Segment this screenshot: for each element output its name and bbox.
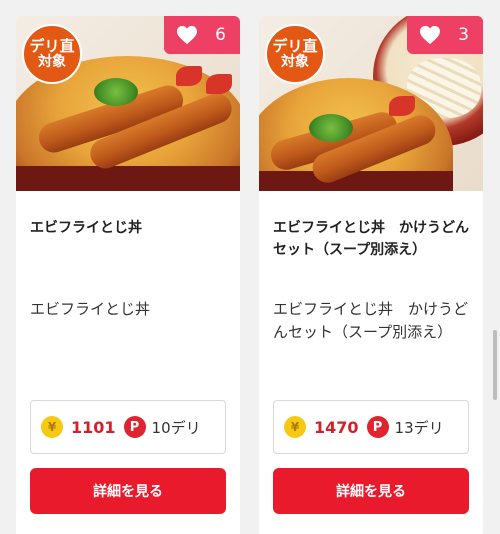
p-point-icon: P: [123, 416, 146, 438]
like-count: 3: [458, 25, 469, 45]
like-count: 6: [215, 25, 226, 45]
view-details-button[interactable]: 詳細を見る: [30, 468, 226, 514]
product-title: エビフライとじ丼 かけうどんセット（スープ別添え）: [273, 220, 469, 258]
shrimp-tail: [389, 96, 415, 116]
price-box: ¥ 1101 P 10デリ: [30, 400, 226, 454]
product-image[interactable]: デリ直 対象 3: [259, 16, 483, 191]
yen-coin-icon: ¥: [41, 416, 63, 438]
badge-line2: 対象: [281, 53, 309, 70]
like-button[interactable]: 6: [164, 16, 240, 54]
product-image[interactable]: デリ直 対象 6: [16, 16, 240, 191]
product-description: エビフライとじ丼: [30, 300, 151, 318]
shrimp-tail: [176, 66, 202, 86]
p-point-icon: P: [366, 416, 389, 438]
product-card[interactable]: デリ直 対象 3 エビフライとじ丼 かけうどんセット（スープ別添え） エビフライ…: [259, 16, 483, 534]
like-button[interactable]: 3: [407, 16, 483, 54]
deli-direct-badge: デリ直 対象: [22, 24, 82, 84]
herb-garnish: [94, 78, 138, 106]
badge-line1: デリ直: [272, 37, 318, 56]
price-box: ¥ 1470 P 13デリ: [273, 400, 469, 454]
badge-line1: デリ直: [29, 37, 75, 56]
product-grid: デリ直 対象 6 エビフライとじ丼 エビフライとじ丼 ¥ 1101 P 10デリ…: [0, 0, 500, 534]
deli-direct-badge: デリ直 対象: [265, 24, 325, 84]
product-price: 1470: [314, 417, 359, 437]
herb-garnish: [309, 114, 353, 142]
bowl-rim: [259, 171, 453, 191]
product-points: 13デリ: [394, 418, 444, 437]
product-points: 10デリ: [151, 418, 201, 437]
scrollbar[interactable]: [493, 330, 497, 400]
product-card[interactable]: デリ直 対象 6 エビフライとじ丼 エビフライとじ丼 ¥ 1101 P 10デリ…: [16, 16, 240, 534]
product-price: 1101: [71, 417, 116, 437]
product-title: エビフライとじ丼: [30, 220, 142, 236]
heart-icon: [419, 25, 441, 45]
heart-icon: [176, 25, 198, 45]
product-description: エビフライとじ丼 かけうどんセット（スープ別添え）: [273, 300, 469, 341]
yen-coin-icon: ¥: [284, 416, 306, 438]
shrimp-tail: [206, 74, 232, 94]
badge-line2: 対象: [38, 53, 66, 70]
bowl-rim: [16, 166, 240, 191]
view-details-button[interactable]: 詳細を見る: [273, 468, 469, 514]
